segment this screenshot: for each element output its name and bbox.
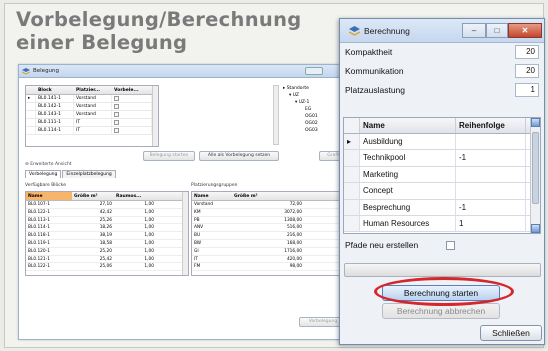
tab-einzelplatzbelegung[interactable]: Einzelplatzbelegung (62, 170, 116, 178)
column-header-groesse[interactable]: Größe m² (72, 192, 114, 200)
column-header-groesse[interactable]: Größe m² (232, 192, 292, 200)
column-header-name[interactable]: Name (360, 118, 456, 133)
column-header-raum[interactable]: Raumos... (114, 192, 156, 200)
table-row[interactable]: BW 168,00 (192, 240, 350, 248)
vertical-scrollbar[interactable] (182, 192, 188, 275)
schliessen-button[interactable]: Schließen (480, 325, 542, 341)
grid-header: Name Größe m² (192, 192, 350, 201)
placement-groups-grid[interactable]: Name Größe m² Vorstand 72,00 KM 3072,00 PB… (191, 191, 351, 276)
pfade-neu-erstellen-label: Pfade neu erstellen (345, 240, 419, 250)
column-header-block[interactable]: Block (36, 86, 74, 94)
table-row[interactable]: ▸ Ausbildung (344, 134, 540, 151)
app-icon (22, 68, 30, 75)
erweiterte-ansicht-expander[interactable]: ⊖ Erweiterte Ansicht (25, 162, 72, 167)
table-row[interactable]: BL0.114-1 18,26 1,00 (26, 224, 188, 233)
table-row[interactable]: Vorstand 72,00 (192, 201, 350, 209)
slide-title-line2: einer Belegung (16, 31, 188, 54)
platzierungsgruppen-label: Platzierungsgruppen (191, 183, 238, 188)
slide-title: Vorbelegung/Berechnung einer Belegung (16, 8, 302, 54)
checkbox[interactable] (114, 128, 119, 133)
grid-header: Name Größe m² Raumos... (26, 192, 188, 201)
table-row[interactable]: IT 420,00 (192, 256, 350, 264)
tab-strip: Vorbelegung Einzelplatzbelegung (25, 170, 117, 178)
table-row[interactable]: BL0.107-1 27,10 1,00 (26, 201, 188, 209)
table-row[interactable]: Besprechung -1 (344, 199, 540, 216)
table-row[interactable]: BU 216,00 (192, 232, 350, 240)
belegung-window: Belegung Block Platzier... Vorbele... ▸ B… (18, 64, 358, 340)
scroll-up-icon[interactable] (531, 118, 540, 127)
progress-bar (344, 263, 541, 277)
minimize-button[interactable] (305, 67, 323, 75)
table-row[interactable]: FM 98,00 (192, 263, 350, 272)
table-row[interactable]: BL0.114-1 IT (26, 127, 158, 135)
column-header-reihenfolge[interactable]: Reihenfolge (456, 118, 526, 133)
pfade-neu-erstellen-checkbox[interactable] (446, 241, 455, 250)
available-blocks-grid[interactable]: Name Größe m² Raumos... BL0.107-1 27,10 1,… (25, 191, 189, 276)
belegung-title: Belegung (33, 68, 60, 74)
table-row[interactable]: Technikpool -1 (344, 150, 540, 167)
dialog-title: Berechnung (364, 26, 410, 36)
table-row[interactable]: ANV 516,00 (192, 224, 350, 233)
table-row[interactable]: BL0.121-1 25,42 1,00 (26, 256, 188, 264)
table-row[interactable]: GI 1716,00 (192, 248, 350, 256)
checkbox[interactable] (114, 120, 119, 125)
checkbox[interactable] (114, 112, 119, 117)
table-row[interactable]: KM 3072,00 (192, 209, 350, 217)
column-header-platz[interactable]: Platzier... (74, 86, 112, 94)
platzauslastung-label: Platzauslastung (345, 85, 406, 95)
vertical-scrollbar[interactable] (530, 118, 540, 233)
reihenfolge-grid[interactable]: Name Reihenfolge ▸ Ausbildung Technikpool… (343, 117, 541, 234)
alle-vorbelegung-button[interactable]: Alle als Vorbelegung setzen (199, 151, 279, 161)
column-header-name[interactable]: Name (192, 192, 232, 200)
table-row[interactable]: BL0.111-1 IT (26, 119, 158, 127)
table-row[interactable]: BL0.122-1 25,06 1,00 (26, 263, 188, 272)
table-row[interactable]: ▸ BL0.141-1 Vorstand (26, 95, 158, 103)
slide-title-line1: Vorbelegung/Berechnung (16, 8, 302, 31)
belegung-titlebar: Belegung (19, 65, 357, 78)
checkbox[interactable] (114, 96, 119, 101)
checkbox[interactable] (114, 104, 119, 109)
row-selector-icon: ▸ (344, 134, 360, 150)
table-row[interactable]: BL0.143-1 Vorstand (26, 111, 158, 119)
kommunikation-input[interactable]: 20 (515, 64, 539, 78)
table-row[interactable]: Human Resources 1 (344, 215, 540, 233)
kommunikation-label: Kommunikation (345, 66, 404, 76)
vertical-scrollbar[interactable] (152, 86, 158, 146)
kompaktheit-row: Kompaktheit 20 (343, 45, 539, 61)
platzauslastung-row: Platzauslastung 1 (343, 83, 539, 99)
verfuegbare-bloecke-label: Verfügbare Blöcke (25, 183, 66, 188)
scroll-down-icon[interactable] (531, 224, 540, 233)
platzauslastung-input[interactable]: 1 (515, 83, 539, 97)
table-row[interactable]: BL0.113-1 25,26 1,00 (26, 217, 188, 225)
blocks-grid[interactable]: Block Platzier... Vorbele... ▸ BL0.141-1 V… (25, 85, 159, 147)
scroll-thumb[interactable] (532, 132, 539, 204)
dialog-titlebar: Berechnung – □ ✕ (340, 19, 544, 43)
table-row[interactable]: BL0.120-1 25,20 1,00 (26, 248, 188, 256)
kompaktheit-input[interactable]: 20 (515, 45, 539, 59)
tab-vorbelegung[interactable]: Vorbelegung (25, 170, 62, 178)
minimize-button[interactable]: – (462, 23, 486, 38)
belegung-starten-button[interactable]: Belegung starten (143, 151, 195, 161)
grid-header: Name Reihenfolge (344, 118, 540, 134)
table-row[interactable]: BL0.142-1 Vorstand (26, 103, 158, 111)
column-header-name[interactable]: Name (26, 192, 72, 200)
table-row[interactable]: BL0.118-1 38,19 1,00 (26, 232, 188, 240)
maximize-button[interactable]: □ (486, 23, 508, 38)
highlight-ring (374, 277, 514, 306)
table-row[interactable]: Marketing (344, 166, 540, 184)
table-row[interactable]: Concept (344, 183, 540, 200)
vertical-scrollbar[interactable] (273, 85, 279, 145)
column-header-vorbelegung[interactable]: Vorbele... (112, 86, 152, 94)
table-row[interactable]: BL0.119-1 18,58 1,00 (26, 240, 188, 248)
kompaktheit-label: Kompaktheit (345, 47, 393, 57)
table-row[interactable]: BL0.122-1 42,42 1,00 (26, 209, 188, 217)
close-button[interactable]: ✕ (508, 23, 542, 38)
table-row[interactable]: PB 1308,00 (192, 217, 350, 225)
app-icon (349, 26, 360, 36)
kommunikation-row: Kommunikation 20 (343, 64, 539, 80)
blocks-grid-header: Block Platzier... Vorbele... (26, 86, 158, 95)
